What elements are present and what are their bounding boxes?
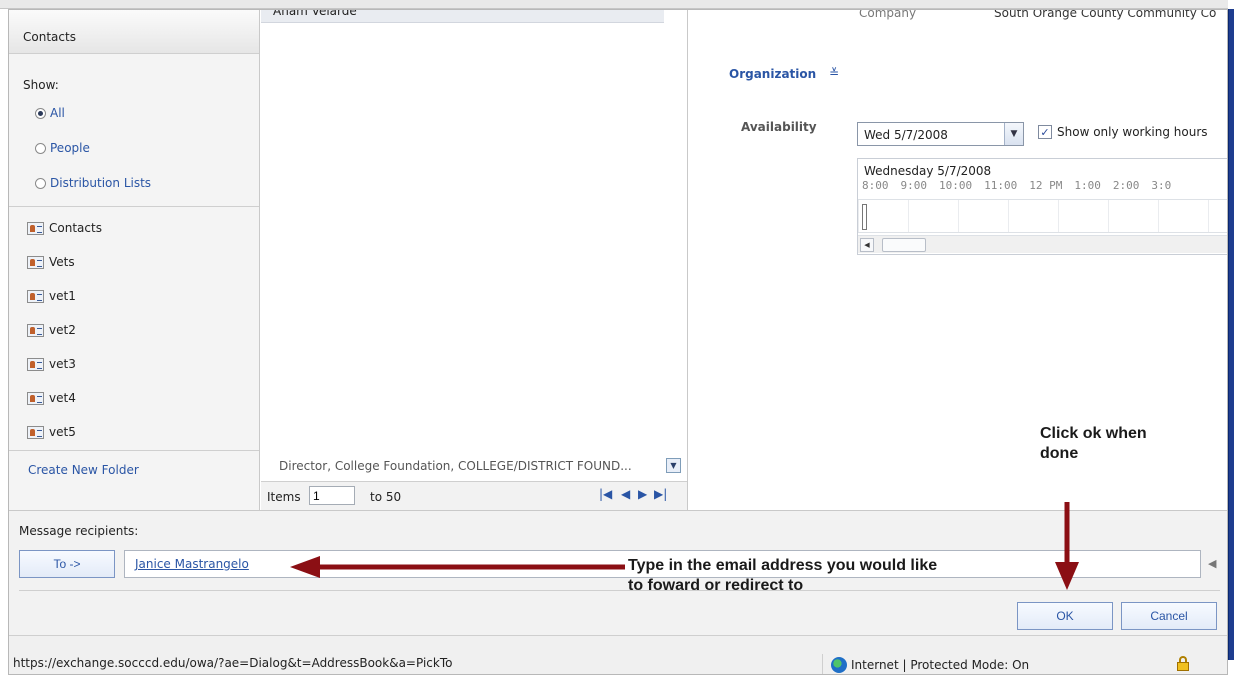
radio-icon[interactable] xyxy=(35,142,46,154)
items-start-input[interactable] xyxy=(309,486,355,505)
security-zone-label: Internet | Protected Mode: On xyxy=(851,658,1030,672)
folder-label: vet1 xyxy=(49,289,76,303)
items-range-label: to 50 xyxy=(370,490,402,504)
list-pager: Items to 50 |◀ ◀ ▶ ▶| xyxy=(261,481,687,510)
folder-vet2[interactable]: vet2 xyxy=(27,323,76,337)
organization-toggle[interactable]: Organization xyxy=(729,67,816,81)
message-recipients-label: Message recipients: xyxy=(19,524,139,538)
radio-icon[interactable] xyxy=(35,107,46,119)
timeline-scrollbar[interactable]: ◀ xyxy=(858,235,1227,253)
timeline-hours: 8:00 9:00 10:00 11:00 12 PM 1:00 2:00 3:… xyxy=(862,179,1227,192)
note-line: done xyxy=(1040,445,1079,462)
contact-card-icon xyxy=(27,391,44,405)
folder-vet5[interactable]: vet5 xyxy=(27,425,76,439)
divider xyxy=(9,450,259,451)
folder-vets[interactable]: Vets xyxy=(27,255,75,269)
note-line: Type in the email address you would like xyxy=(628,557,938,574)
items-label: Items xyxy=(267,490,301,504)
folder-vet1[interactable]: vet1 xyxy=(27,289,76,303)
folder-contacts[interactable]: Contacts xyxy=(27,221,102,235)
scroll-left-icon[interactable]: ◀ xyxy=(860,238,874,252)
window-top-strip xyxy=(0,0,1248,9)
to-button[interactable]: To -> xyxy=(19,550,115,578)
current-time-marker xyxy=(862,204,867,230)
filter-distribution-lists[interactable]: Distribution Lists xyxy=(35,176,151,190)
type-instruction-note: Type in the email address you would like… xyxy=(628,556,937,596)
scroll-thumb[interactable] xyxy=(882,238,926,252)
filter-all[interactable]: All xyxy=(35,106,65,120)
note-line: to foward or redirect to xyxy=(628,577,804,594)
cancel-button[interactable]: Cancel xyxy=(1121,602,1217,630)
hour-label: 12 PM xyxy=(1029,179,1063,192)
contact-card-icon xyxy=(27,289,44,303)
hour-label: 3:0 xyxy=(1151,179,1172,192)
filter-all-label: All xyxy=(50,106,65,120)
folder-label: Vets xyxy=(49,255,75,269)
window-frame-bar xyxy=(1228,9,1234,660)
folder-vet4[interactable]: vet4 xyxy=(27,391,76,405)
folder-label: Contacts xyxy=(49,221,102,235)
message-recipients-section: Message recipients: To -> Janice Mastran… xyxy=(9,510,1227,635)
previous-page-icon[interactable]: ◀ xyxy=(621,487,630,501)
chevron-down-icon[interactable]: ▼ xyxy=(1004,123,1023,145)
date-value: Wed 5/7/2008 xyxy=(864,128,948,142)
working-hours-label: Show only working hours xyxy=(1057,125,1208,139)
contact-card-icon xyxy=(27,323,44,337)
hour-label: 1:00 xyxy=(1074,179,1101,192)
divider xyxy=(9,206,259,207)
last-page-icon[interactable]: ▶| xyxy=(654,487,667,501)
availability-date-select[interactable]: Wed 5/7/2008 ▼ xyxy=(857,122,1024,146)
address-book-dialog: Contacts Show: All People Distribution L… xyxy=(8,9,1228,675)
contacts-navigation: Contacts Show: All People Distribution L… xyxy=(9,10,260,510)
folder-vet3[interactable]: vet3 xyxy=(27,357,76,371)
filter-people[interactable]: People xyxy=(35,141,90,155)
timeline-grid xyxy=(858,199,1227,233)
contact-list-pane: Anam Velarde Director, College Foundatio… xyxy=(261,10,688,510)
folder-label: vet3 xyxy=(49,357,76,371)
first-page-icon[interactable]: |◀ xyxy=(599,487,612,501)
contact-card-icon xyxy=(27,255,44,269)
availability-timeline: Wednesday 5/7/2008 8:00 9:00 10:00 11:00… xyxy=(857,158,1227,255)
browser-status-bar: https://exchange.socccd.edu/owa/?ae=Dial… xyxy=(9,635,1227,674)
hour-label: 11:00 xyxy=(984,179,1018,192)
contact-card-icon xyxy=(27,425,44,439)
list-item[interactable]: Anam Velarde xyxy=(261,10,664,23)
contact-card-icon xyxy=(27,357,44,371)
lock-icon[interactable] xyxy=(1176,656,1190,671)
list-item-name: Anam Velarde xyxy=(273,9,357,18)
ok-instruction-note: Click ok when done xyxy=(1040,424,1147,464)
hour-label: 10:00 xyxy=(939,179,973,192)
status-url: https://exchange.socccd.edu/owa/?ae=Dial… xyxy=(13,656,453,670)
ok-button[interactable]: OK xyxy=(1017,602,1113,630)
recipient-link[interactable]: Janice Mastrangelo xyxy=(135,557,249,571)
working-hours-checkbox[interactable]: ✓ xyxy=(1038,125,1052,139)
filter-people-label: People xyxy=(50,141,90,155)
company-value: South Orange County Community Co xyxy=(994,9,1217,20)
company-label: Company xyxy=(859,9,917,20)
hour-label: 2:00 xyxy=(1112,179,1140,192)
security-zone: Internet | Protected Mode: On xyxy=(822,654,1162,674)
divider xyxy=(19,590,1220,591)
nav-header: Contacts xyxy=(9,10,259,54)
chevron-down-icon[interactable]: ▼ xyxy=(666,458,681,473)
radio-icon[interactable] xyxy=(35,177,46,189)
folder-label: vet4 xyxy=(49,391,76,405)
hour-label: 8:00 xyxy=(862,179,889,192)
double-chevron-down-icon[interactable]: ≚ xyxy=(829,66,839,80)
availability-label: Availability xyxy=(741,120,817,134)
globe-icon xyxy=(831,657,847,673)
hour-label: 9:00 xyxy=(900,179,928,192)
note-line: Click ok when xyxy=(1040,425,1147,442)
contact-card-icon xyxy=(27,221,44,235)
next-page-icon[interactable]: ▶ xyxy=(638,487,647,501)
filter-distribution-lists-label: Distribution Lists xyxy=(50,176,152,190)
folder-label: vet5 xyxy=(49,425,76,439)
create-new-folder-link[interactable]: Create New Folder xyxy=(28,463,139,477)
scroll-left-icon[interactable]: ◀ xyxy=(1208,557,1216,570)
list-item-title: Director, College Foundation, COLLEGE/DI… xyxy=(279,459,632,473)
timeline-date: Wednesday 5/7/2008 xyxy=(864,164,992,178)
show-label: Show: xyxy=(23,78,59,92)
folder-label: vet2 xyxy=(49,323,76,337)
contact-details-pane: Company South Orange County Community Co… xyxy=(689,9,1227,510)
